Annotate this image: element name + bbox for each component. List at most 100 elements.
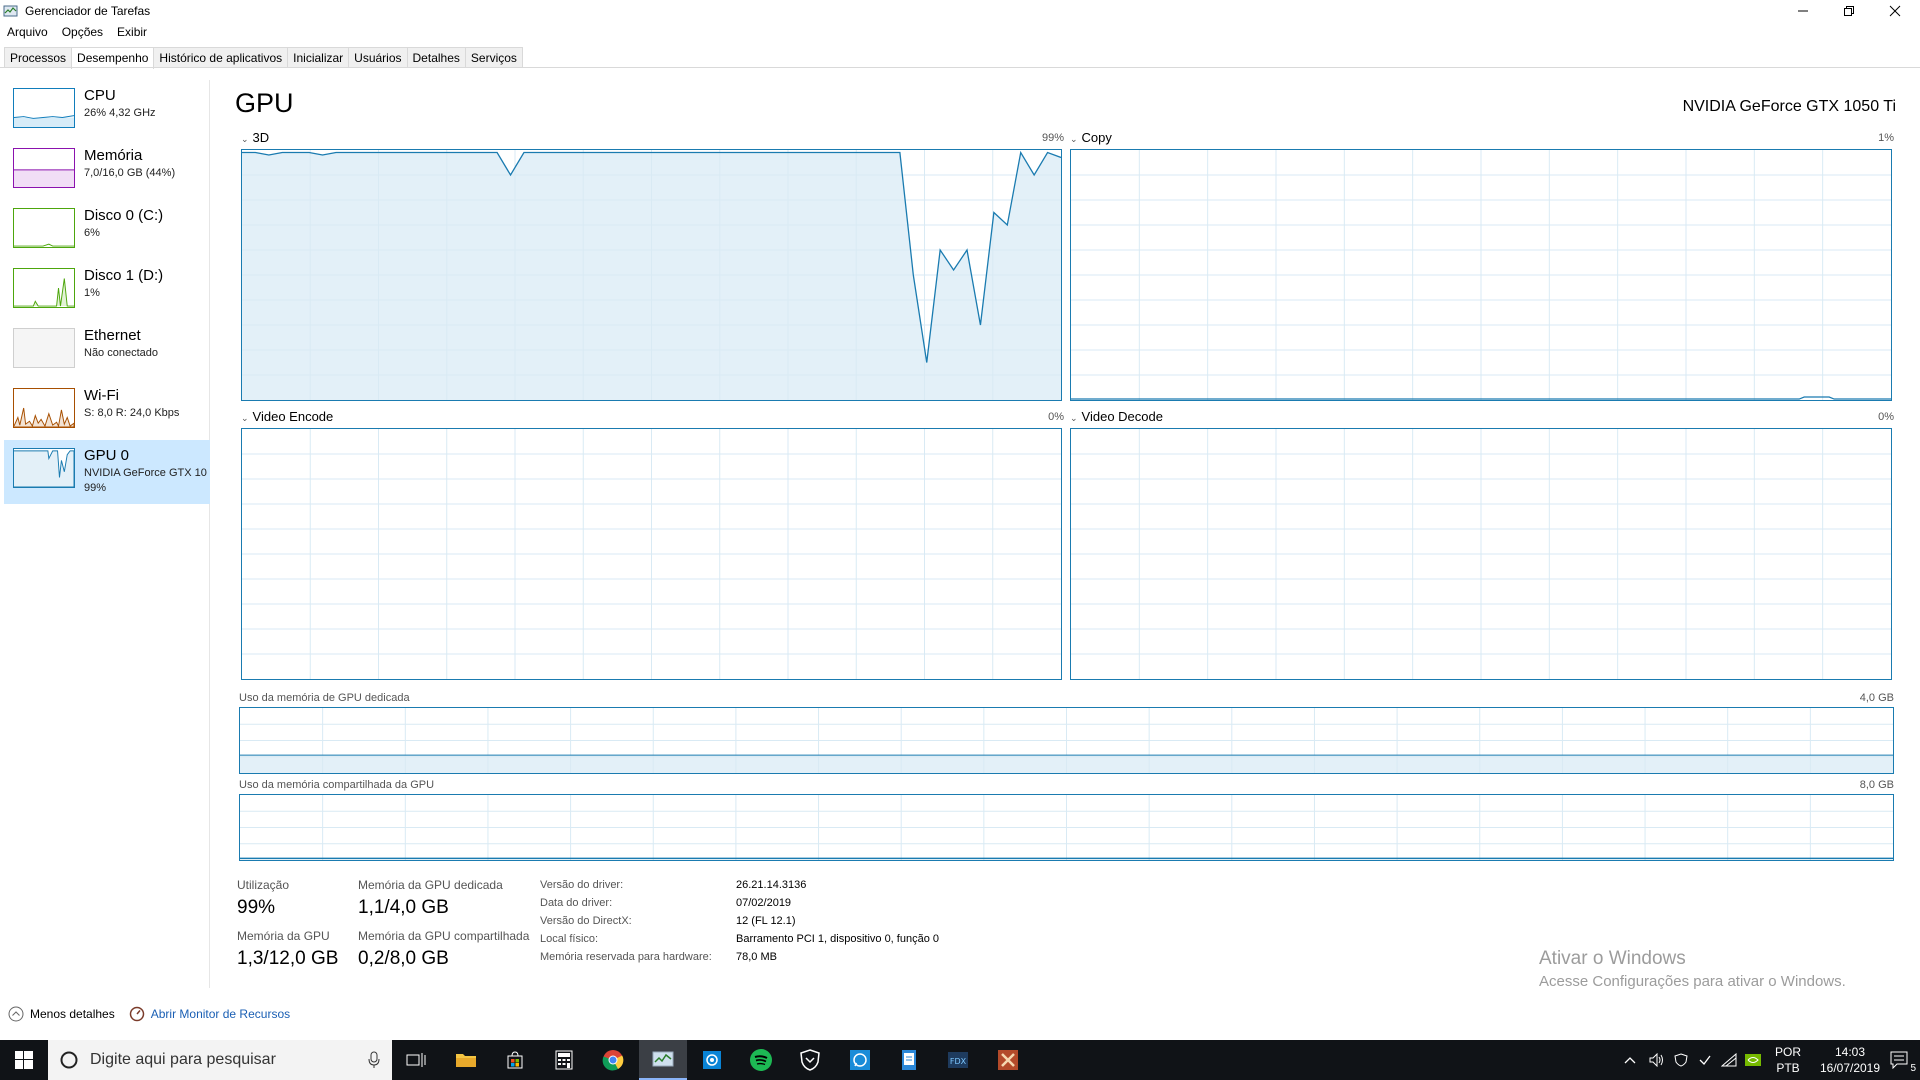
dedicated-memory-max: 4,0 GB <box>1859 692 1894 704</box>
graph-encode-title: Video Encode <box>252 409 334 424</box>
menu-opcoes[interactable]: Opções <box>55 23 110 43</box>
chevron-up-icon <box>1624 1057 1636 1064</box>
close-button[interactable] <box>1872 0 1918 22</box>
taskbar-calculator[interactable] <box>540 1040 588 1080</box>
restore-button[interactable] <box>1826 0 1872 22</box>
physical-location-label: Local físico: <box>540 933 599 945</box>
tab-divider <box>0 67 1920 68</box>
taskbar-chrome[interactable] <box>589 1040 637 1080</box>
footer: Menos detalhes Abrir Monitor de Recursos <box>8 1006 290 1022</box>
network-button[interactable] <box>1717 1040 1741 1080</box>
ethernet-thumbnail <box>13 328 75 368</box>
sidebar-item-memoria[interactable]: Memória 7,0/16,0 GB (44%) <box>4 140 210 204</box>
taskbar-msi-dragon[interactable] <box>786 1040 834 1080</box>
driver-version-label: Versão do driver: <box>540 879 624 891</box>
clock[interactable]: 14:03 16/07/2019 <box>1810 1040 1890 1080</box>
sidebar-item-label: Ethernet <box>84 327 141 344</box>
menu-arquivo[interactable]: Arquivo <box>0 23 55 43</box>
tab-processos[interactable]: Processos <box>4 47 73 68</box>
windows-logo-icon <box>15 1051 33 1069</box>
graph-copy-label[interactable]: ⌄ Copy <box>1070 130 1112 145</box>
driver-date-value: 07/02/2019 <box>736 897 792 909</box>
taskbar-game-app[interactable] <box>984 1040 1032 1080</box>
taskbar-fdx-app[interactable]: FDX <box>934 1040 982 1080</box>
chevron-down-icon[interactable]: ⌄ <box>241 134 249 144</box>
dragon-shield-icon <box>800 1049 820 1071</box>
search-placeholder: Digite aqui para pesquisar <box>90 1051 276 1068</box>
sidebar-item-disco-0[interactable]: Disco 0 (C:) 6% <box>4 200 210 264</box>
activate-windows-subtitle: Acesse Configurações para ativar o Windo… <box>1539 973 1846 990</box>
clock-time: 14:03 <box>1834 1045 1866 1059</box>
taskbar-file-explorer[interactable] <box>442 1040 490 1080</box>
tab-inicializar[interactable]: Inicializar <box>287 47 350 68</box>
sidebar-item-wifi[interactable]: Wi-Fi S: 8,0 R: 24,0 Kbps <box>4 380 210 444</box>
title-bar[interactable]: Gerenciador de Tarefas <box>0 0 1920 22</box>
dedicated-memory-graph <box>239 707 1894 774</box>
tab-usuarios[interactable]: Usuários <box>348 47 408 68</box>
task-view-button[interactable] <box>392 1040 440 1080</box>
taskbar-store[interactable] <box>491 1040 539 1080</box>
graph-encode-label[interactable]: ⌄ Video Encode <box>241 409 333 424</box>
taskbar-document-app[interactable] <box>885 1040 933 1080</box>
tray-nvidia-app[interactable] <box>1693 1040 1717 1080</box>
sidebar-item-disco-1[interactable]: Disco 1 (D:) 1% <box>4 260 210 324</box>
wifi-thumbnail <box>13 388 75 428</box>
start-button[interactable] <box>0 1040 48 1080</box>
speaker-icon <box>1649 1053 1663 1067</box>
graph-copy <box>1070 149 1892 401</box>
sidebar-item-label: CPU <box>84 87 116 104</box>
tray-nvidia-icon[interactable] <box>1741 1040 1765 1080</box>
graph-decode-label[interactable]: ⌄ Video Decode <box>1070 409 1163 424</box>
task-manager-icon <box>652 1051 674 1067</box>
taskbar-search-box[interactable]: Digite aqui para pesquisar <box>48 1040 392 1080</box>
sidebar-item-value: 1% <box>84 287 100 299</box>
reserved-memory-value: 78,0 MB <box>736 951 777 963</box>
sidebar-item-cpu[interactable]: CPU 26% 4,32 GHz <box>4 80 210 144</box>
chevron-down-icon[interactable]: ⌄ <box>1070 134 1078 144</box>
sidebar-item-label: GPU 0 <box>84 447 130 464</box>
tab-servicos[interactable]: Serviços <box>464 47 523 68</box>
taskbar-app-blue[interactable] <box>688 1040 736 1080</box>
disk1-thumbnail <box>13 268 75 308</box>
tray-dragon-app[interactable] <box>1669 1040 1693 1080</box>
graph-3d-plot <box>242 150 1061 400</box>
tab-detalhes[interactable]: Detalhes <box>406 47 466 68</box>
sidebar-item-gpu-0[interactable]: GPU 0 NVIDIA GeForce GTX 10 99% <box>4 440 210 504</box>
chevron-up-circle-icon[interactable] <box>8 1006 24 1022</box>
chevron-down-icon[interactable]: ⌄ <box>1070 413 1078 423</box>
graph-3d-label[interactable]: ⌄ 3D <box>241 130 269 145</box>
less-details-button[interactable]: Menos detalhes <box>30 1007 115 1021</box>
taskbar-spotify[interactable] <box>737 1040 785 1080</box>
show-hidden-icons-button[interactable] <box>1615 1040 1645 1080</box>
shared-memory-graph <box>239 794 1894 861</box>
tab-desempenho[interactable]: Desempenho <box>71 47 155 69</box>
cpu-thumbnail <box>13 88 75 128</box>
graph-decode-plot <box>1071 429 1891 679</box>
shared-memory-plot <box>240 795 1893 860</box>
wifi-icon <box>1721 1053 1737 1067</box>
driver-date-label: Data do driver: <box>540 897 613 909</box>
action-center-button[interactable]: 5 <box>1880 1040 1920 1080</box>
microphone-icon[interactable] <box>368 1051 380 1069</box>
task-view-icon <box>406 1053 426 1067</box>
menu-bar: Arquivo Opções Exibir <box>0 23 154 43</box>
dragon-tray-icon <box>1674 1053 1688 1067</box>
notification-icon <box>1890 1051 1908 1069</box>
whatsapp-icon <box>850 1050 870 1070</box>
taskbar-task-manager[interactable] <box>639 1040 687 1080</box>
open-resource-monitor-link[interactable]: Abrir Monitor de Recursos <box>151 1007 290 1021</box>
chevron-down-icon[interactable]: ⌄ <box>241 413 249 423</box>
taskbar-whatsapp[interactable] <box>836 1040 884 1080</box>
dedicated-gpu-memory-value: 1,1/4,0 GB <box>358 897 449 918</box>
language-indicator[interactable]: POR PTB <box>1768 1040 1808 1080</box>
menu-exibir[interactable]: Exibir <box>110 23 154 43</box>
sidebar-item-label: Memória <box>84 147 143 164</box>
activate-windows-title: Ativar o Windows <box>1539 948 1686 969</box>
dedicated-memory-plot <box>240 708 1893 773</box>
check-tray-icon <box>1699 1055 1711 1065</box>
sidebar-item-ethernet[interactable]: Ethernet Não conectado <box>4 320 210 384</box>
minimize-button[interactable] <box>1780 0 1826 22</box>
volume-button[interactable] <box>1645 1040 1669 1080</box>
tab-historico[interactable]: Histórico de aplicativos <box>153 47 289 68</box>
close-icon <box>1889 5 1901 17</box>
